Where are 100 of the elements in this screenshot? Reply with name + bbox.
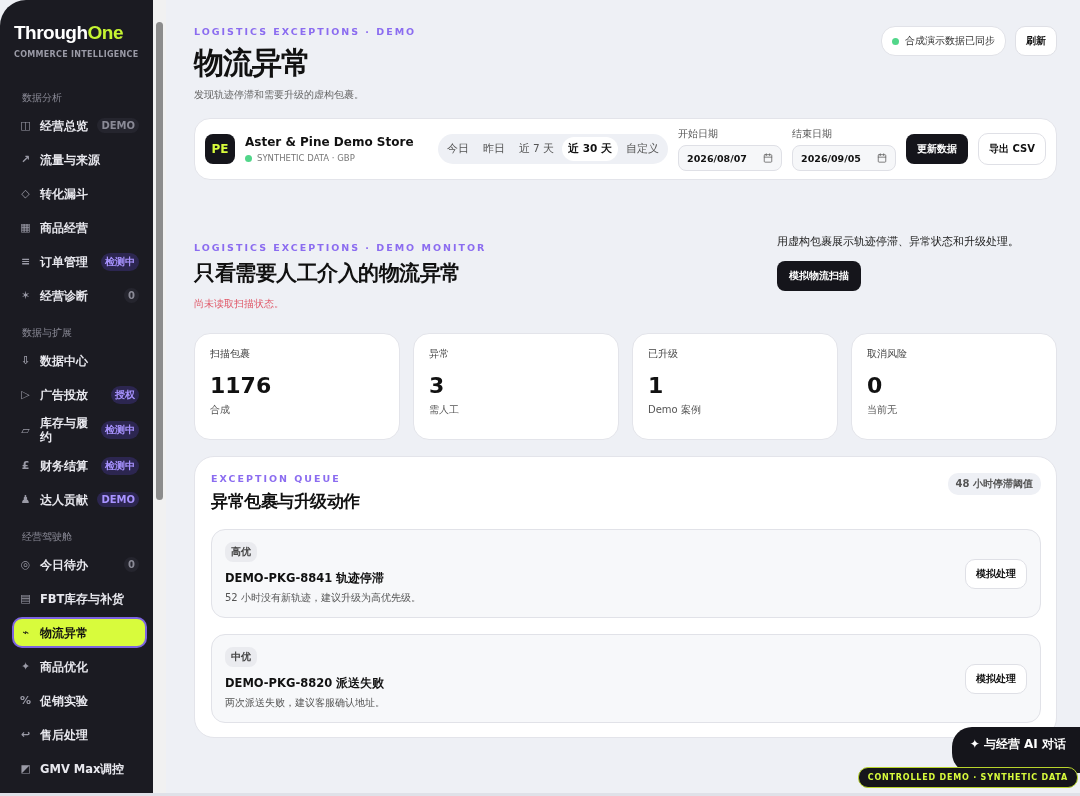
export-button[interactable]: 导出 CSV bbox=[978, 133, 1046, 165]
sidebar-item[interactable]: ▦ 商品经营 bbox=[12, 212, 147, 243]
section-description: 用虚构包裹展示轨迹停滞、异常状态和升级处理。 bbox=[777, 234, 1019, 249]
nav-icon: ⇩ bbox=[20, 354, 31, 367]
nav-icon: ▱ bbox=[20, 423, 31, 437]
nav-label: 达人贡献 bbox=[40, 492, 89, 507]
nav-badge: 检测中 bbox=[101, 456, 139, 475]
kpi-note: Demo 案例 bbox=[648, 403, 702, 417]
nav-icon: % bbox=[20, 694, 31, 707]
nav-label: 今日待办 bbox=[40, 557, 89, 572]
sidebar-item[interactable]: ⇩ 数据中心 bbox=[12, 345, 147, 376]
sidebar-item[interactable]: ↗ 流量与来源 bbox=[12, 144, 147, 175]
sidebar-item[interactable]: ▤ FBT库存与补货 bbox=[12, 583, 147, 614]
kpi-value: 3 bbox=[429, 373, 446, 398]
nav-label: 物流异常 bbox=[40, 625, 89, 640]
range-tab[interactable]: 近 30 天 bbox=[562, 137, 619, 161]
sidebar-item[interactable]: ◇ 转化漏斗 bbox=[12, 178, 147, 209]
nav-icon: ✦ bbox=[20, 660, 31, 673]
store-avatar: PE bbox=[205, 134, 235, 164]
handle-button[interactable]: 模拟处理 bbox=[965, 558, 1027, 589]
exception-title: DEMO-PKG-8820 派送失败 bbox=[225, 676, 385, 691]
sidebar-item[interactable]: ▷ 广告投放 授权 bbox=[12, 379, 147, 410]
status-dot-icon bbox=[245, 154, 252, 162]
nav-label: 经营总览 bbox=[40, 118, 89, 133]
sidebar-item[interactable]: ≡ 订单管理 检测中 bbox=[12, 246, 147, 277]
section-eyebrow: EXCEPTION QUEUE bbox=[211, 473, 342, 484]
nav-icon: ⌁ bbox=[20, 626, 31, 639]
sidebar-item[interactable]: % 促销实验 bbox=[12, 685, 147, 716]
field-label: 开始日期 bbox=[678, 127, 720, 141]
nav-icon: ◫ bbox=[20, 119, 31, 132]
nav-icon: ◎ bbox=[20, 558, 31, 571]
exception-detail: 两次派送失败，建议客服确认地址。 bbox=[225, 696, 385, 710]
kpi-label: 取消风险 bbox=[867, 347, 908, 361]
kpi-note: 需人工 bbox=[429, 403, 460, 417]
demo-badge: CONTROLLED DEMO · SYNTHETIC DATA bbox=[857, 767, 1078, 788]
nav-label: 经营诊断 bbox=[40, 288, 89, 303]
nav-badge: 0 bbox=[124, 557, 139, 572]
kpi-note: 当前无 bbox=[867, 403, 898, 417]
handle-button[interactable]: 模拟处理 bbox=[965, 663, 1027, 694]
kpi-value: 1 bbox=[648, 373, 665, 398]
brand-tagline: COMMERCE INTELLIGENCE bbox=[14, 50, 140, 59]
nav-icon: ♟ bbox=[20, 493, 31, 506]
page-subtitle: 发现轨迹停滞和需要升级的虚构包裹。 bbox=[194, 88, 365, 102]
date-field[interactable]: 2026/08/07 bbox=[678, 145, 783, 171]
scrollbar-thumb[interactable] bbox=[156, 22, 163, 500]
range-tab[interactable]: 自定义 bbox=[620, 137, 666, 161]
sidebar-item[interactable]: ◫ 经营总览 DEMO bbox=[12, 110, 147, 141]
sidebar-item[interactable]: £ 财务结算 检测中 bbox=[12, 450, 147, 481]
scan-button[interactable]: 模拟物流扫描 bbox=[777, 261, 861, 291]
nav-badge: DEMO bbox=[97, 492, 139, 507]
nav-icon: ◇ bbox=[20, 187, 31, 200]
section-eyebrow: LOGISTICS EXCEPTIONS · DEMO MONITOR bbox=[194, 242, 487, 253]
nav-label: 商品经营 bbox=[40, 220, 89, 235]
sidebar-section-title: 数据分析 bbox=[22, 91, 63, 105]
range-tab[interactable]: 昨日 bbox=[476, 137, 511, 161]
kpi-value: 1176 bbox=[210, 373, 273, 398]
nav-icon: ▷ bbox=[20, 388, 31, 401]
sidebar-item[interactable]: ♟ 达人贡献 DEMO bbox=[12, 484, 147, 515]
section-title: 异常包裹与升级动作 bbox=[211, 490, 360, 513]
update-button[interactable]: 更新数据 bbox=[906, 134, 969, 164]
nav-label: 促销实验 bbox=[40, 693, 89, 708]
nav-badge: DEMO bbox=[97, 118, 139, 133]
nav-badge: 检测中 bbox=[101, 421, 139, 439]
nav-label: 财务结算 bbox=[40, 458, 89, 473]
calendar-icon bbox=[763, 153, 774, 163]
nav-icon: ◩ bbox=[20, 762, 31, 775]
nav-badge: 授权 bbox=[111, 385, 139, 404]
scrollbar[interactable] bbox=[153, 0, 166, 793]
store-name: Aster & Pine Demo Store bbox=[245, 135, 414, 149]
date-field[interactable]: 2026/09/05 bbox=[792, 145, 897, 171]
field-label: 结束日期 bbox=[792, 127, 834, 141]
range-tab[interactable]: 今日 bbox=[440, 137, 475, 161]
sidebar-item[interactable]: ↩ 售后处理 bbox=[12, 719, 147, 750]
kpi-label: 异常 bbox=[429, 347, 450, 361]
calendar-icon bbox=[877, 153, 888, 163]
priority-tag: 高优 bbox=[225, 542, 257, 562]
sidebar-item[interactable]: ✦ 商品优化 bbox=[12, 651, 147, 682]
nav-badge: 检测中 bbox=[101, 252, 139, 271]
nav-badge: 0 bbox=[124, 288, 139, 303]
sidebar-item[interactable]: ⌁ 物流异常 bbox=[12, 617, 147, 648]
scan-status: 尚未读取扫描状态。 bbox=[194, 297, 285, 311]
exception-detail: 52 小时没有新轨迹，建议升级为高优先级。 bbox=[225, 591, 421, 605]
kpi-label: 已升级 bbox=[648, 347, 679, 361]
sidebar-item[interactable]: ◩ GMV Max调控 bbox=[12, 753, 147, 784]
status-dot-icon bbox=[892, 37, 899, 45]
nav-label: FBT库存与补货 bbox=[40, 591, 126, 606]
exception-title: DEMO-PKG-8841 轨迹停滞 bbox=[225, 571, 386, 586]
nav-label: 广告投放 bbox=[40, 387, 89, 402]
nav-icon: ▦ bbox=[20, 221, 31, 234]
kpi-label: 扫描包裹 bbox=[210, 347, 251, 361]
brand-logo: ThroughOne bbox=[14, 22, 124, 44]
nav-label: 数据中心 bbox=[40, 353, 89, 368]
nav-label: 转化漏斗 bbox=[40, 186, 89, 201]
refresh-button[interactable]: 刷新 bbox=[1015, 26, 1057, 56]
range-tab[interactable]: 近 7 天 bbox=[512, 137, 561, 161]
section-title: 只看需要人工介入的物流异常 bbox=[194, 260, 462, 287]
nav-label: 流量与来源 bbox=[40, 152, 101, 167]
sidebar-item[interactable]: ◎ 今日待办 0 bbox=[12, 549, 147, 580]
kpi-value: 0 bbox=[867, 373, 884, 398]
sidebar-item[interactable]: ✶ 经营诊断 0 bbox=[12, 280, 147, 311]
